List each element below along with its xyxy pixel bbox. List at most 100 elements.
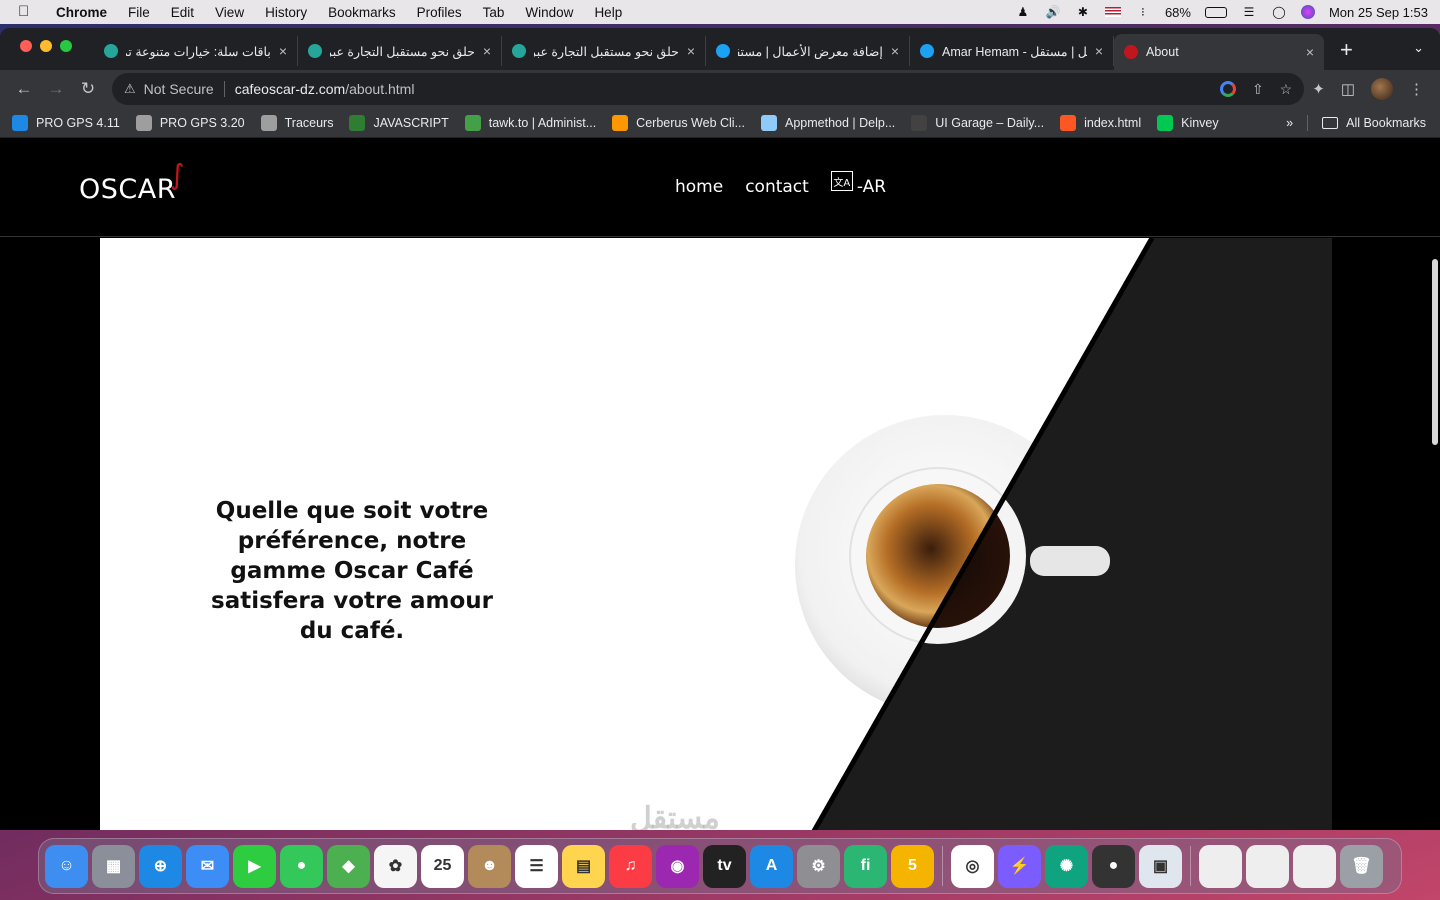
dock-podcasts-icon[interactable]: ◉ xyxy=(656,844,699,888)
dock-notes-icon[interactable]: ▤ xyxy=(562,844,605,888)
tab-search-chevron-icon[interactable]: ⌄ xyxy=(1413,40,1424,56)
bookmark-favicon-icon xyxy=(349,114,366,131)
tab[interactable]: حلق نحو مستقبل التجارة عبر × xyxy=(298,36,502,66)
tab[interactable]: باقات سلة: خيارات متنوعة تم × xyxy=(94,36,298,66)
dock-contacts-icon[interactable]: ☻ xyxy=(468,844,511,888)
menu-view[interactable]: View xyxy=(215,5,244,20)
battery-icon[interactable] xyxy=(1204,6,1227,18)
profile-avatar[interactable] xyxy=(1371,78,1393,100)
user-switch-icon[interactable]: ♟ xyxy=(1015,5,1031,19)
dock-preview-icon[interactable]: ▣ xyxy=(1139,844,1182,888)
nav-contact[interactable]: contact xyxy=(745,177,809,197)
extensions-puzzle-icon[interactable]: ✦ xyxy=(1312,80,1325,98)
tab-close-icon[interactable]: × xyxy=(891,43,899,59)
menu-app-name[interactable]: Chrome xyxy=(56,5,107,20)
tab-active[interactable]: About × xyxy=(1114,34,1324,70)
dock-doc-thumb-1-icon[interactable] xyxy=(1199,844,1242,888)
menu-help[interactable]: Help xyxy=(594,5,622,20)
minimize-window-button[interactable] xyxy=(40,40,52,52)
dock-html5-editor-icon[interactable]: 5 xyxy=(891,844,934,888)
all-bookmarks-folder[interactable]: All Bookmarks xyxy=(1322,116,1426,130)
bookmark-item[interactable]: tawk.to | Administ... xyxy=(464,114,596,131)
side-panel-icon[interactable]: ◫ xyxy=(1341,80,1355,98)
back-button[interactable]: ← xyxy=(10,75,38,103)
tab-close-icon[interactable]: × xyxy=(1306,44,1314,60)
menu-bookmarks[interactable]: Bookmarks xyxy=(328,5,396,20)
dock-maps-icon[interactable]: ◆ xyxy=(327,844,370,888)
zoom-window-button[interactable] xyxy=(60,40,72,52)
chrome-menu-icon[interactable]: ⋮ xyxy=(1409,80,1424,98)
menu-clock[interactable]: Mon 25 Sep 1:53 xyxy=(1329,5,1428,20)
bookmark-item[interactable]: UI Garage – Daily... xyxy=(911,114,1044,131)
dots-icon[interactable]: ⁝ xyxy=(1135,5,1151,19)
url-path[interactable]: /about.html xyxy=(345,81,414,97)
volume-icon[interactable]: 🔊 xyxy=(1045,5,1061,19)
tab[interactable]: إضافة معرض الأعمال | مستقل × xyxy=(706,36,910,66)
close-window-button[interactable] xyxy=(20,40,32,52)
tab-close-icon[interactable]: × xyxy=(1095,43,1103,59)
dock-screen-recorder-icon[interactable]: ● xyxy=(1092,844,1135,888)
dock-doc-thumb-3-icon[interactable] xyxy=(1293,844,1336,888)
apple-icon[interactable]:  xyxy=(18,4,34,20)
menu-profiles[interactable]: Profiles xyxy=(417,5,462,20)
google-lens-icon[interactable] xyxy=(1219,81,1236,97)
siri-icon[interactable] xyxy=(1300,5,1315,19)
security-status[interactable]: Not Secure xyxy=(144,81,214,97)
menu-edit[interactable]: Edit xyxy=(171,5,194,20)
menu-tab[interactable]: Tab xyxy=(483,5,505,20)
dock-photos-icon[interactable]: ✿ xyxy=(374,844,417,888)
bookmark-item[interactable]: index.html xyxy=(1060,114,1141,131)
page-scrollbar[interactable] xyxy=(1428,237,1440,830)
dock-finder-icon[interactable]: ☺ xyxy=(45,844,88,888)
menu-history[interactable]: History xyxy=(265,5,307,20)
dock-app-store-icon[interactable]: A xyxy=(750,844,793,888)
warning-triangle-icon[interactable]: ⚠ xyxy=(124,81,136,97)
bluetooth-icon[interactable]: ✱ xyxy=(1075,5,1091,19)
dock-mail-icon[interactable]: ✉ xyxy=(186,844,229,888)
dock-launchpad-icon[interactable]: ▦ xyxy=(92,844,135,888)
share-icon[interactable]: ⇧ xyxy=(1252,81,1264,98)
forward-button[interactable]: → xyxy=(42,75,70,103)
dock-doc-thumb-2-icon[interactable] xyxy=(1246,844,1289,888)
wifi-icon[interactable]: ☰ xyxy=(1241,5,1257,19)
dock-tv-icon[interactable]: tv xyxy=(703,844,746,888)
tab-close-icon[interactable]: × xyxy=(279,43,287,59)
dock-chatgpt-icon[interactable]: ✺ xyxy=(1045,844,1088,888)
tab-close-icon[interactable]: × xyxy=(483,43,491,59)
dock-messenger-icon[interactable]: ⚡ xyxy=(998,844,1041,888)
dock-safari-icon[interactable]: ⊕ xyxy=(139,844,182,888)
dock-chrome-icon[interactable]: ◎ xyxy=(951,844,994,888)
bookmark-item[interactable]: JAVASCRIPT xyxy=(349,114,449,131)
dock-calendar-icon[interactable]: 25 xyxy=(421,844,464,888)
input-source-flag-icon[interactable] xyxy=(1104,7,1121,17)
tab[interactable]: Amar Hemam - مستقل | مستقل × xyxy=(910,36,1114,66)
tab[interactable]: حلق نحو مستقبل التجارة عبر × xyxy=(502,36,706,66)
tab-close-icon[interactable]: × xyxy=(687,43,695,59)
menu-file[interactable]: File xyxy=(128,5,150,20)
nav-home[interactable]: home xyxy=(675,177,723,197)
dock-messages-icon[interactable]: ● xyxy=(280,844,323,888)
dock-mostaql-icon[interactable]: fi xyxy=(844,844,887,888)
nav-language-switch[interactable]: 文A -AR xyxy=(830,171,886,197)
bookmark-item[interactable]: PRO GPS 3.20 xyxy=(135,114,245,131)
dock-music-icon[interactable]: ♫ xyxy=(609,844,652,888)
more-bookmarks-chevron-icon[interactable]: » xyxy=(1286,116,1293,130)
bookmark-item[interactable]: Traceurs xyxy=(260,114,333,131)
bookmark-item[interactable]: Cerberus Web Cli... xyxy=(612,114,745,131)
bookmark-item[interactable]: Appmethod | Delp... xyxy=(761,114,895,131)
bookmark-star-icon[interactable]: ☆ xyxy=(1280,81,1293,98)
dock-facetime-icon[interactable]: ▶ xyxy=(233,844,276,888)
menu-window[interactable]: Window xyxy=(525,5,573,20)
dock-reminders-icon[interactable]: ☰ xyxy=(515,844,558,888)
bookmark-item[interactable]: PRO GPS 4.11 xyxy=(12,114,120,131)
url-host[interactable]: cafeoscar-dz.com xyxy=(235,81,345,97)
bookmark-item[interactable]: Kinvey xyxy=(1157,114,1219,131)
dock-system-settings-icon[interactable]: ⚙ xyxy=(797,844,840,888)
dock-trash-icon[interactable]: 🗑 xyxy=(1340,844,1383,888)
address-bar[interactable]: ⚠ Not Secure cafeoscar-dz.com/about.html… xyxy=(112,73,1305,105)
scrollbar-thumb[interactable] xyxy=(1432,259,1438,445)
control-center-icon[interactable]: ◯ xyxy=(1271,5,1287,19)
new-tab-button[interactable]: + xyxy=(1340,38,1353,62)
site-logo[interactable]: OSCAR ∫ xyxy=(79,158,184,205)
reload-button[interactable]: ↻ xyxy=(74,75,102,103)
